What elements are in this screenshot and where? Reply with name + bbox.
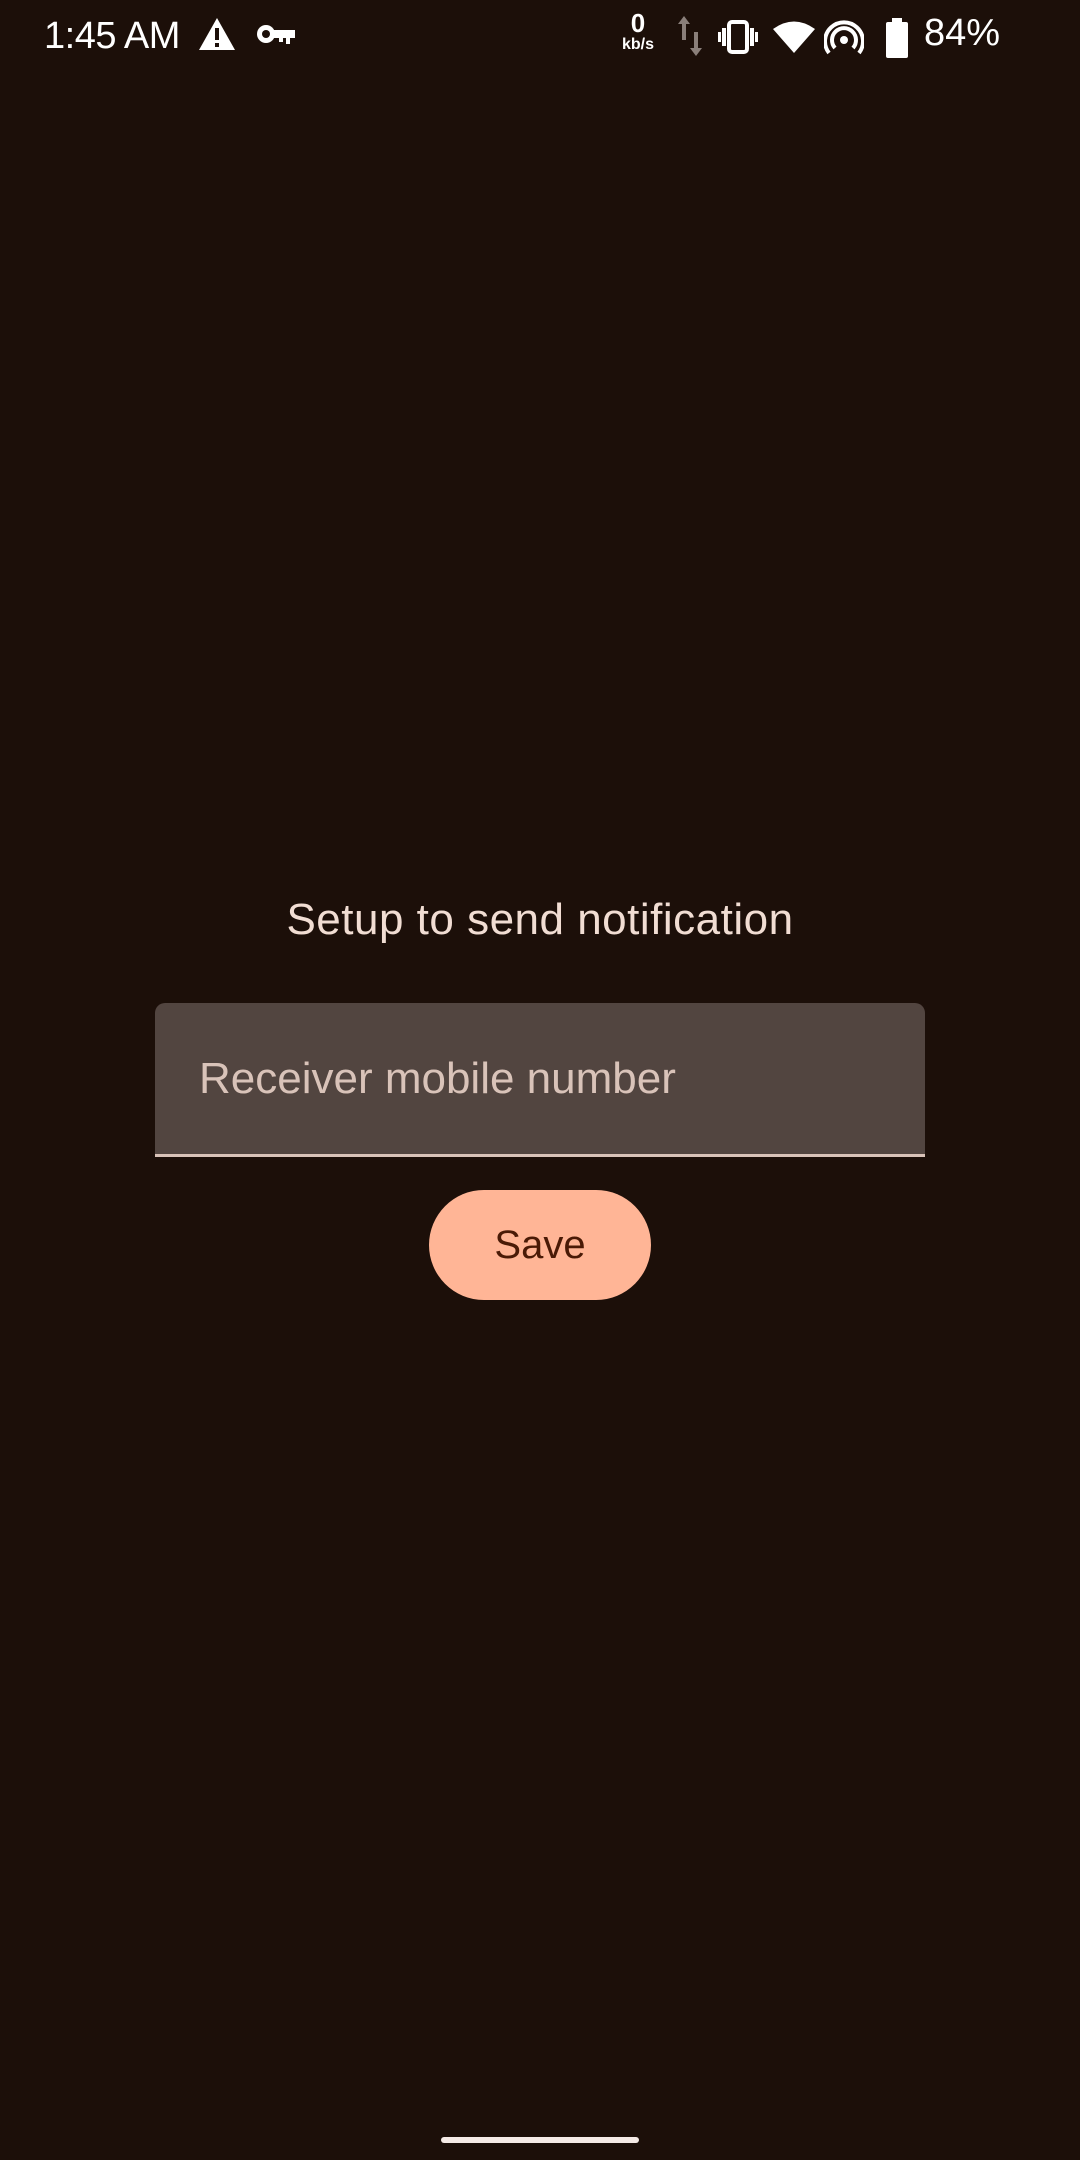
clock: 1:45 AM (44, 14, 180, 57)
vpn-key-icon (256, 21, 296, 52)
data-arrows-icon (676, 14, 704, 63)
hotspot-icon (823, 20, 865, 61)
data-rate-unit: kb/s (621, 36, 654, 53)
receiver-number-field[interactable] (155, 1003, 925, 1157)
receiver-number-input[interactable] (155, 1003, 925, 1154)
status-left: 1:45 AM (44, 8, 296, 64)
save-button[interactable]: Save (429, 1190, 651, 1300)
screen: 1:45 AM 0 kb/s 84% Setup to send notific… (0, 0, 1080, 2160)
battery-icon (886, 18, 908, 63)
data-rate: 0 kb/s (618, 10, 658, 54)
page-title: Setup to send notification (286, 895, 794, 944)
status-bar: 1:45 AM 0 kb/s 84% (0, 0, 1080, 70)
wifi-icon (772, 20, 816, 59)
battery-percent: 84% (924, 12, 1001, 54)
gesture-nav-handle[interactable] (441, 2137, 639, 2143)
data-rate-value: 0 (630, 8, 646, 38)
warning-icon (198, 17, 236, 56)
vibrate-icon (718, 20, 758, 59)
